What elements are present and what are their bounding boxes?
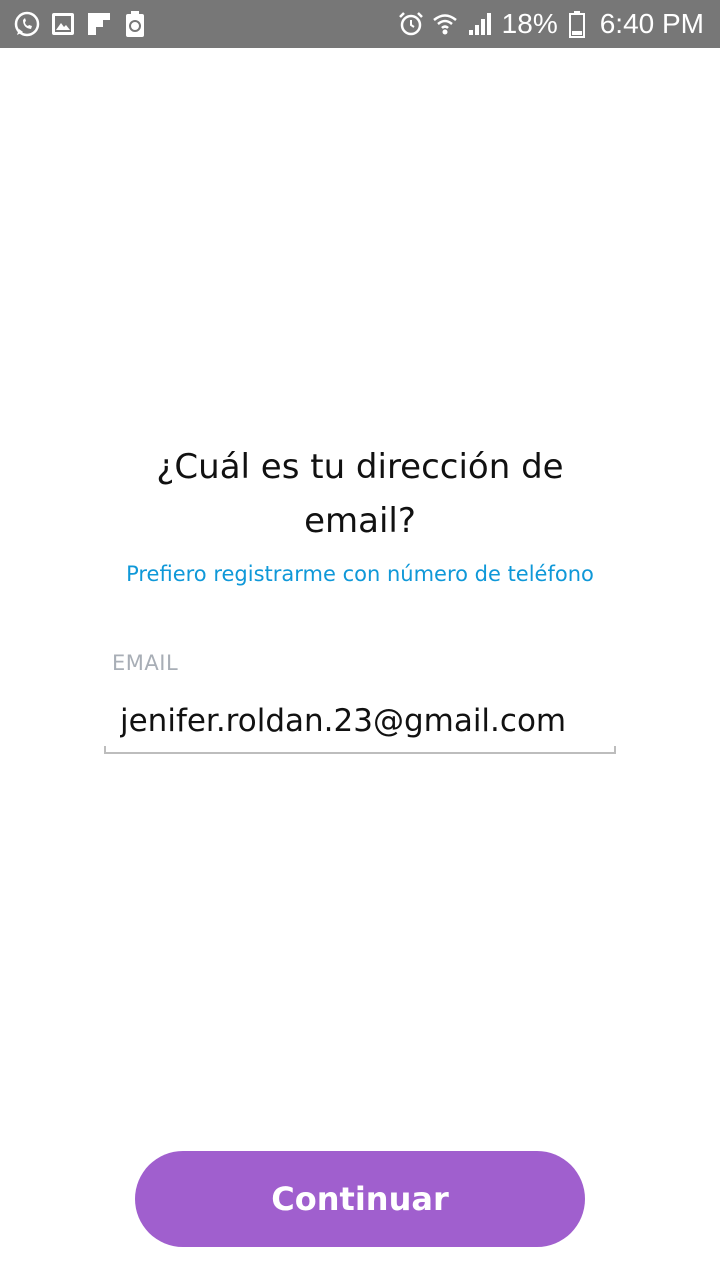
email-label: EMAIL — [112, 651, 179, 675]
gallery-icon — [48, 9, 78, 39]
register-with-phone-link[interactable]: Prefiero registrarme con número de teléf… — [60, 562, 660, 586]
clock: 6:40 PM — [599, 8, 704, 39]
battery-icon — [562, 9, 592, 39]
system-status: 18% 6:40 PM — [392, 8, 704, 40]
continue-button[interactable]: Continuar — [135, 1151, 585, 1247]
page-title-line-2: email? — [304, 501, 416, 541]
page-title-line-1: ¿Cuál es tu dirección de — [156, 447, 564, 487]
email-field[interactable] — [104, 696, 616, 754]
email-input[interactable] — [120, 696, 610, 746]
whatsapp-icon — [12, 9, 42, 39]
recycle-battery-icon — [120, 9, 150, 39]
flipboard-icon — [84, 9, 114, 39]
status-bar: 18% 6:40 PM — [0, 0, 720, 48]
signal-icon — [464, 9, 494, 39]
page-title: ¿Cuál es tu dirección de email? — [100, 440, 620, 548]
battery-percent: 18% — [501, 8, 558, 39]
notification-icons — [12, 9, 156, 39]
signup-email-screen: ¿Cuál es tu dirección de email? Prefiero… — [0, 48, 720, 1280]
wifi-icon — [430, 9, 460, 39]
alarm-icon — [396, 9, 426, 39]
